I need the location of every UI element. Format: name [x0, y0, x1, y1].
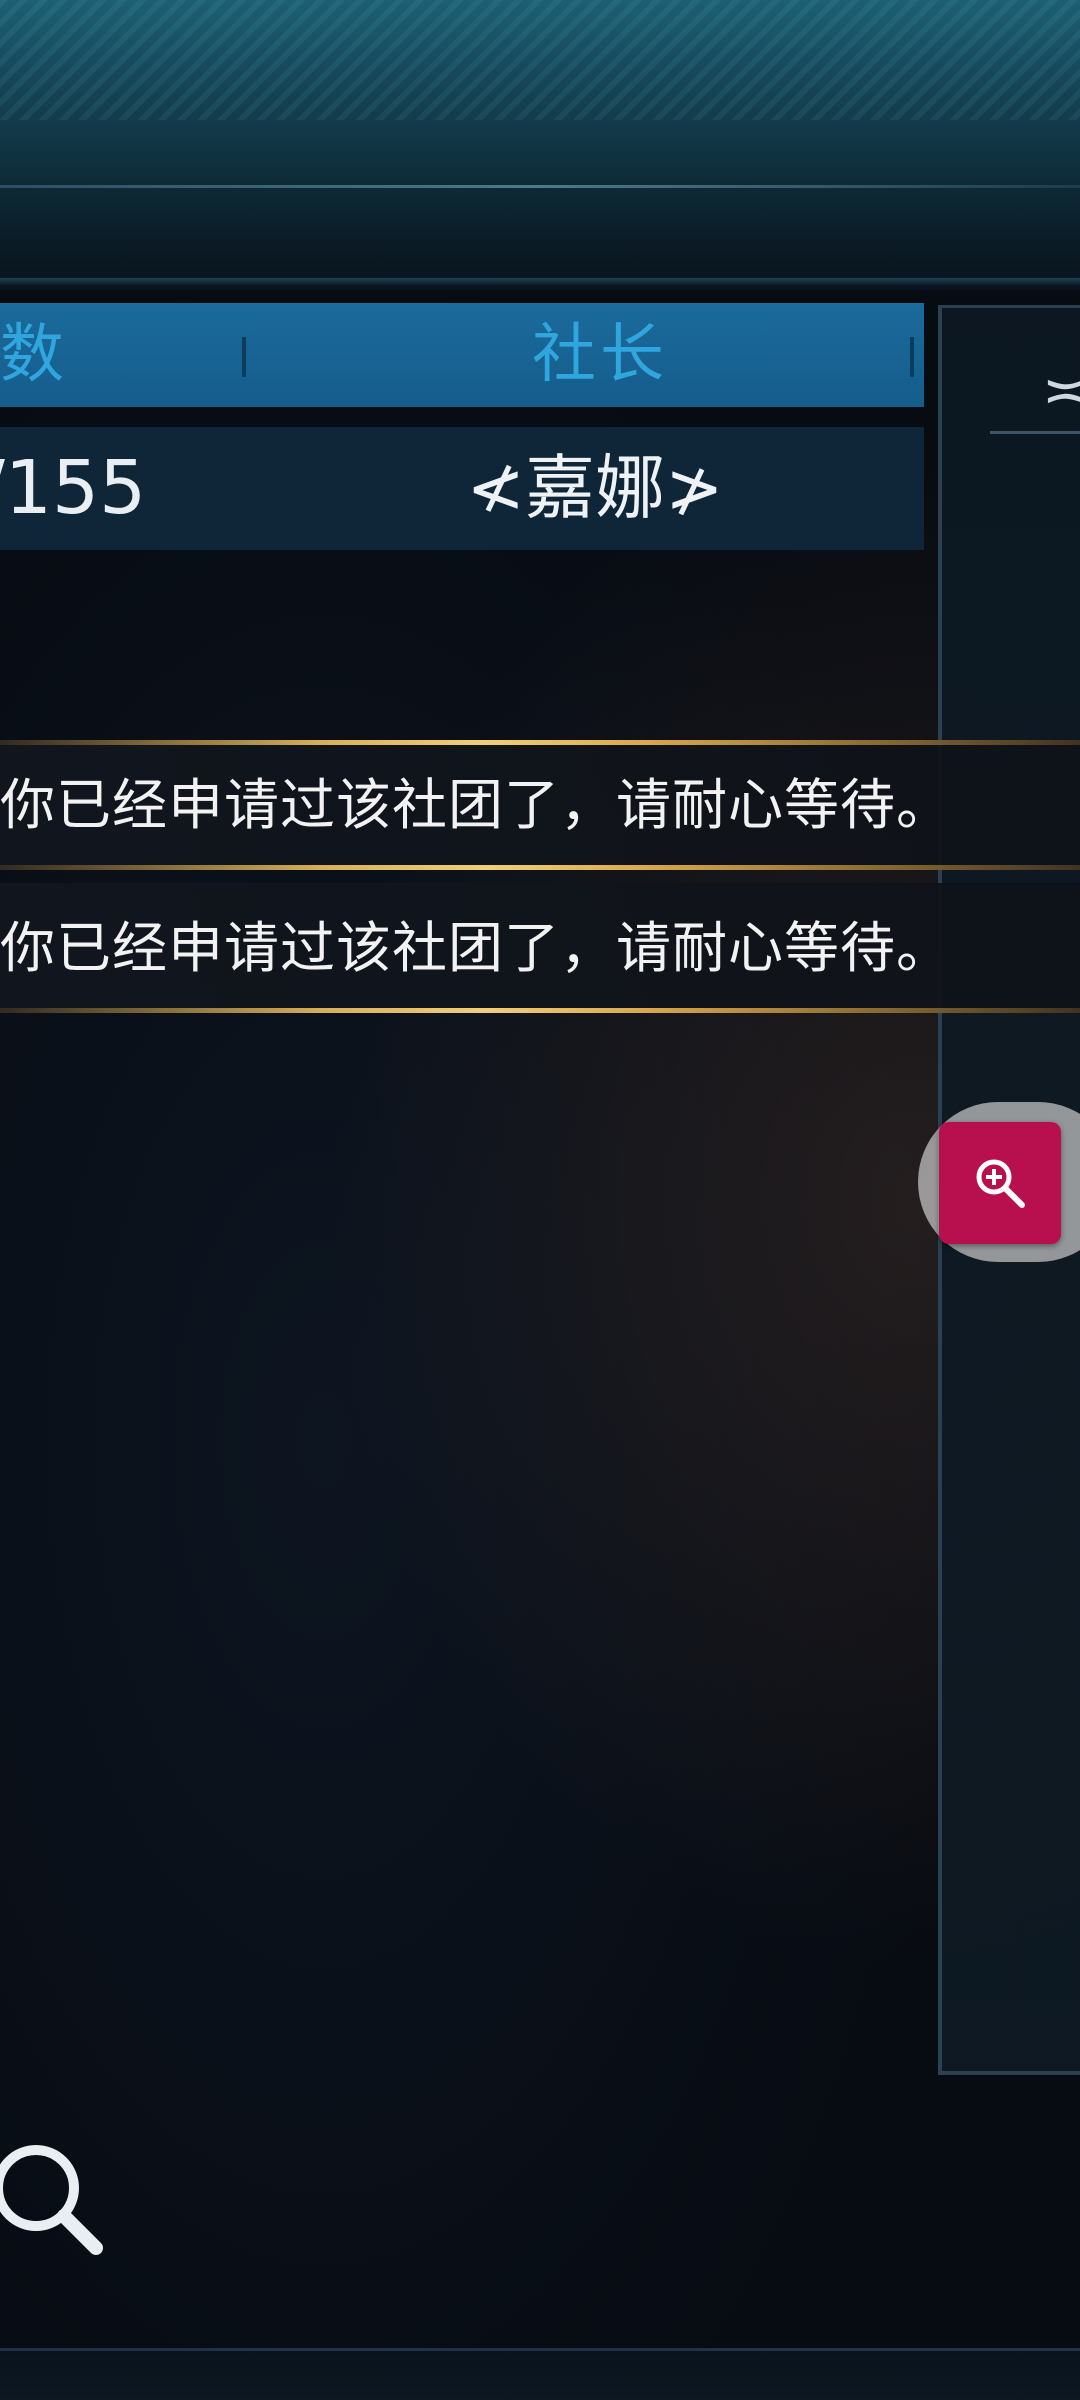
header-separator: [910, 337, 914, 377]
toast-message: 你已经申请过该社团了，请耐心等待。: [0, 740, 1080, 870]
top-banner: [0, 0, 1080, 290]
toast-gold-line: [0, 1008, 1080, 1013]
zoom-in-button[interactable]: [939, 1122, 1061, 1244]
game-screen: 人数 社长 /155 ≮嘉娜≯ ≍ 你已经申请过该社团了，请耐心等待。 你已经申…: [0, 0, 1080, 2400]
search-icon[interactable]: [0, 2130, 118, 2270]
header-separator: [242, 337, 246, 377]
toast-gold-line: [0, 865, 1080, 870]
toast-text: 你已经申请过该社团了，请耐心等待。: [0, 773, 953, 837]
club-table-row[interactable]: /155 ≮嘉娜≯: [0, 427, 924, 550]
club-leader-name: ≮嘉娜≯: [466, 447, 724, 529]
toast-text: 你已经申请过该社团了，请耐心等待。: [0, 916, 953, 980]
header-club-leader: 社长: [532, 318, 668, 392]
side-panel-tab-underline: [990, 431, 1080, 434]
toast-message: 你已经申请过该社团了，请耐心等待。: [0, 883, 1080, 1013]
member-count-value: /155: [0, 445, 147, 531]
zoom-in-icon: [976, 1159, 1025, 1208]
side-panel-tab[interactable]: ≍: [1042, 358, 1080, 423]
club-table-header: 人数 社长: [0, 303, 924, 407]
header-member-count: 人数: [0, 318, 68, 392]
banner-edge: [0, 278, 1080, 286]
banner-stripes: [0, 0, 1080, 120]
bottom-bar: [0, 2348, 1080, 2400]
banner-divider: [0, 185, 1080, 188]
